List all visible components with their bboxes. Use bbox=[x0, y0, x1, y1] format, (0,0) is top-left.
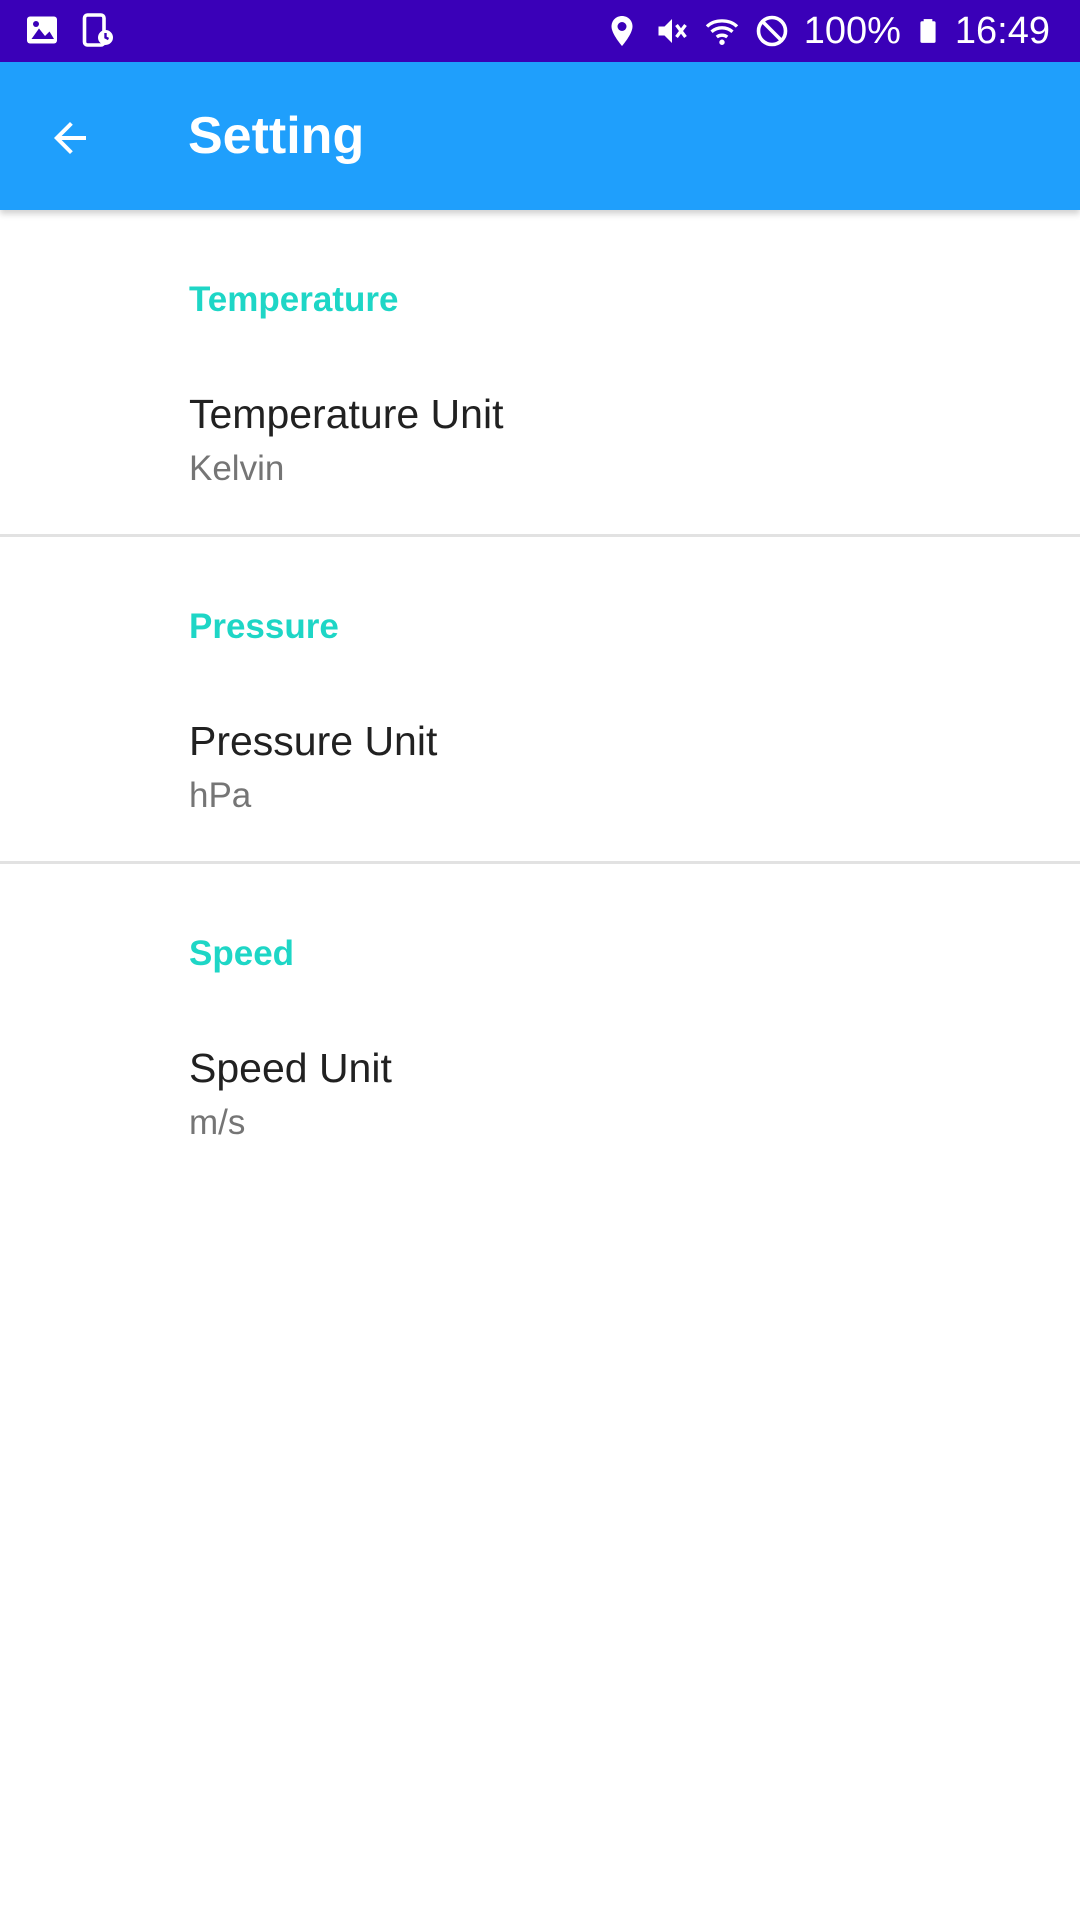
preference-summary: hPa bbox=[189, 776, 252, 815]
back-button[interactable] bbox=[34, 102, 106, 174]
preference-summary: m/s bbox=[189, 1103, 246, 1142]
clock: 16:49 bbox=[954, 10, 1050, 52]
location-icon bbox=[611, 16, 633, 46]
preference-summary: Kelvin bbox=[189, 449, 285, 488]
battery-icon bbox=[920, 19, 936, 43]
section-header-pressure: Pressure bbox=[189, 607, 339, 646]
speed-unit-preference[interactable]: Speed Unit m/s bbox=[0, 1019, 1080, 1169]
section-header-temperature: Temperature bbox=[189, 280, 399, 319]
settings-list: Temperature Temperature Unit Kelvin Pres… bbox=[0, 210, 1080, 1191]
battery-percent: 100% bbox=[803, 10, 901, 52]
screenshot-icon bbox=[82, 13, 113, 47]
wifi-icon bbox=[705, 19, 738, 45]
mute-vibrate-icon bbox=[658, 19, 687, 43]
image-icon bbox=[27, 16, 57, 44]
status-bar-left bbox=[24, 12, 116, 48]
temperature-unit-preference[interactable]: Temperature Unit Kelvin bbox=[0, 365, 1080, 515]
pressure-unit-preference[interactable]: Pressure Unit hPa bbox=[0, 692, 1080, 842]
arrow-back-icon bbox=[54, 122, 86, 154]
section-header-speed: Speed bbox=[189, 934, 295, 973]
do-not-disturb-icon bbox=[756, 15, 788, 47]
status-bar-right: 100% 16:49 bbox=[604, 8, 1050, 54]
preference-title: Temperature Unit bbox=[189, 391, 504, 437]
preference-title: Pressure Unit bbox=[189, 718, 438, 764]
preference-title: Speed Unit bbox=[189, 1045, 392, 1091]
section-speed: Speed Speed Unit m/s bbox=[0, 864, 1080, 1191]
section-temperature: Temperature Temperature Unit Kelvin bbox=[0, 210, 1080, 537]
page-title: Setting bbox=[188, 107, 365, 165]
app-bar: Setting bbox=[0, 62, 1080, 210]
section-pressure: Pressure Pressure Unit hPa bbox=[0, 537, 1080, 864]
status-bar: 100% 16:49 bbox=[0, 0, 1080, 62]
